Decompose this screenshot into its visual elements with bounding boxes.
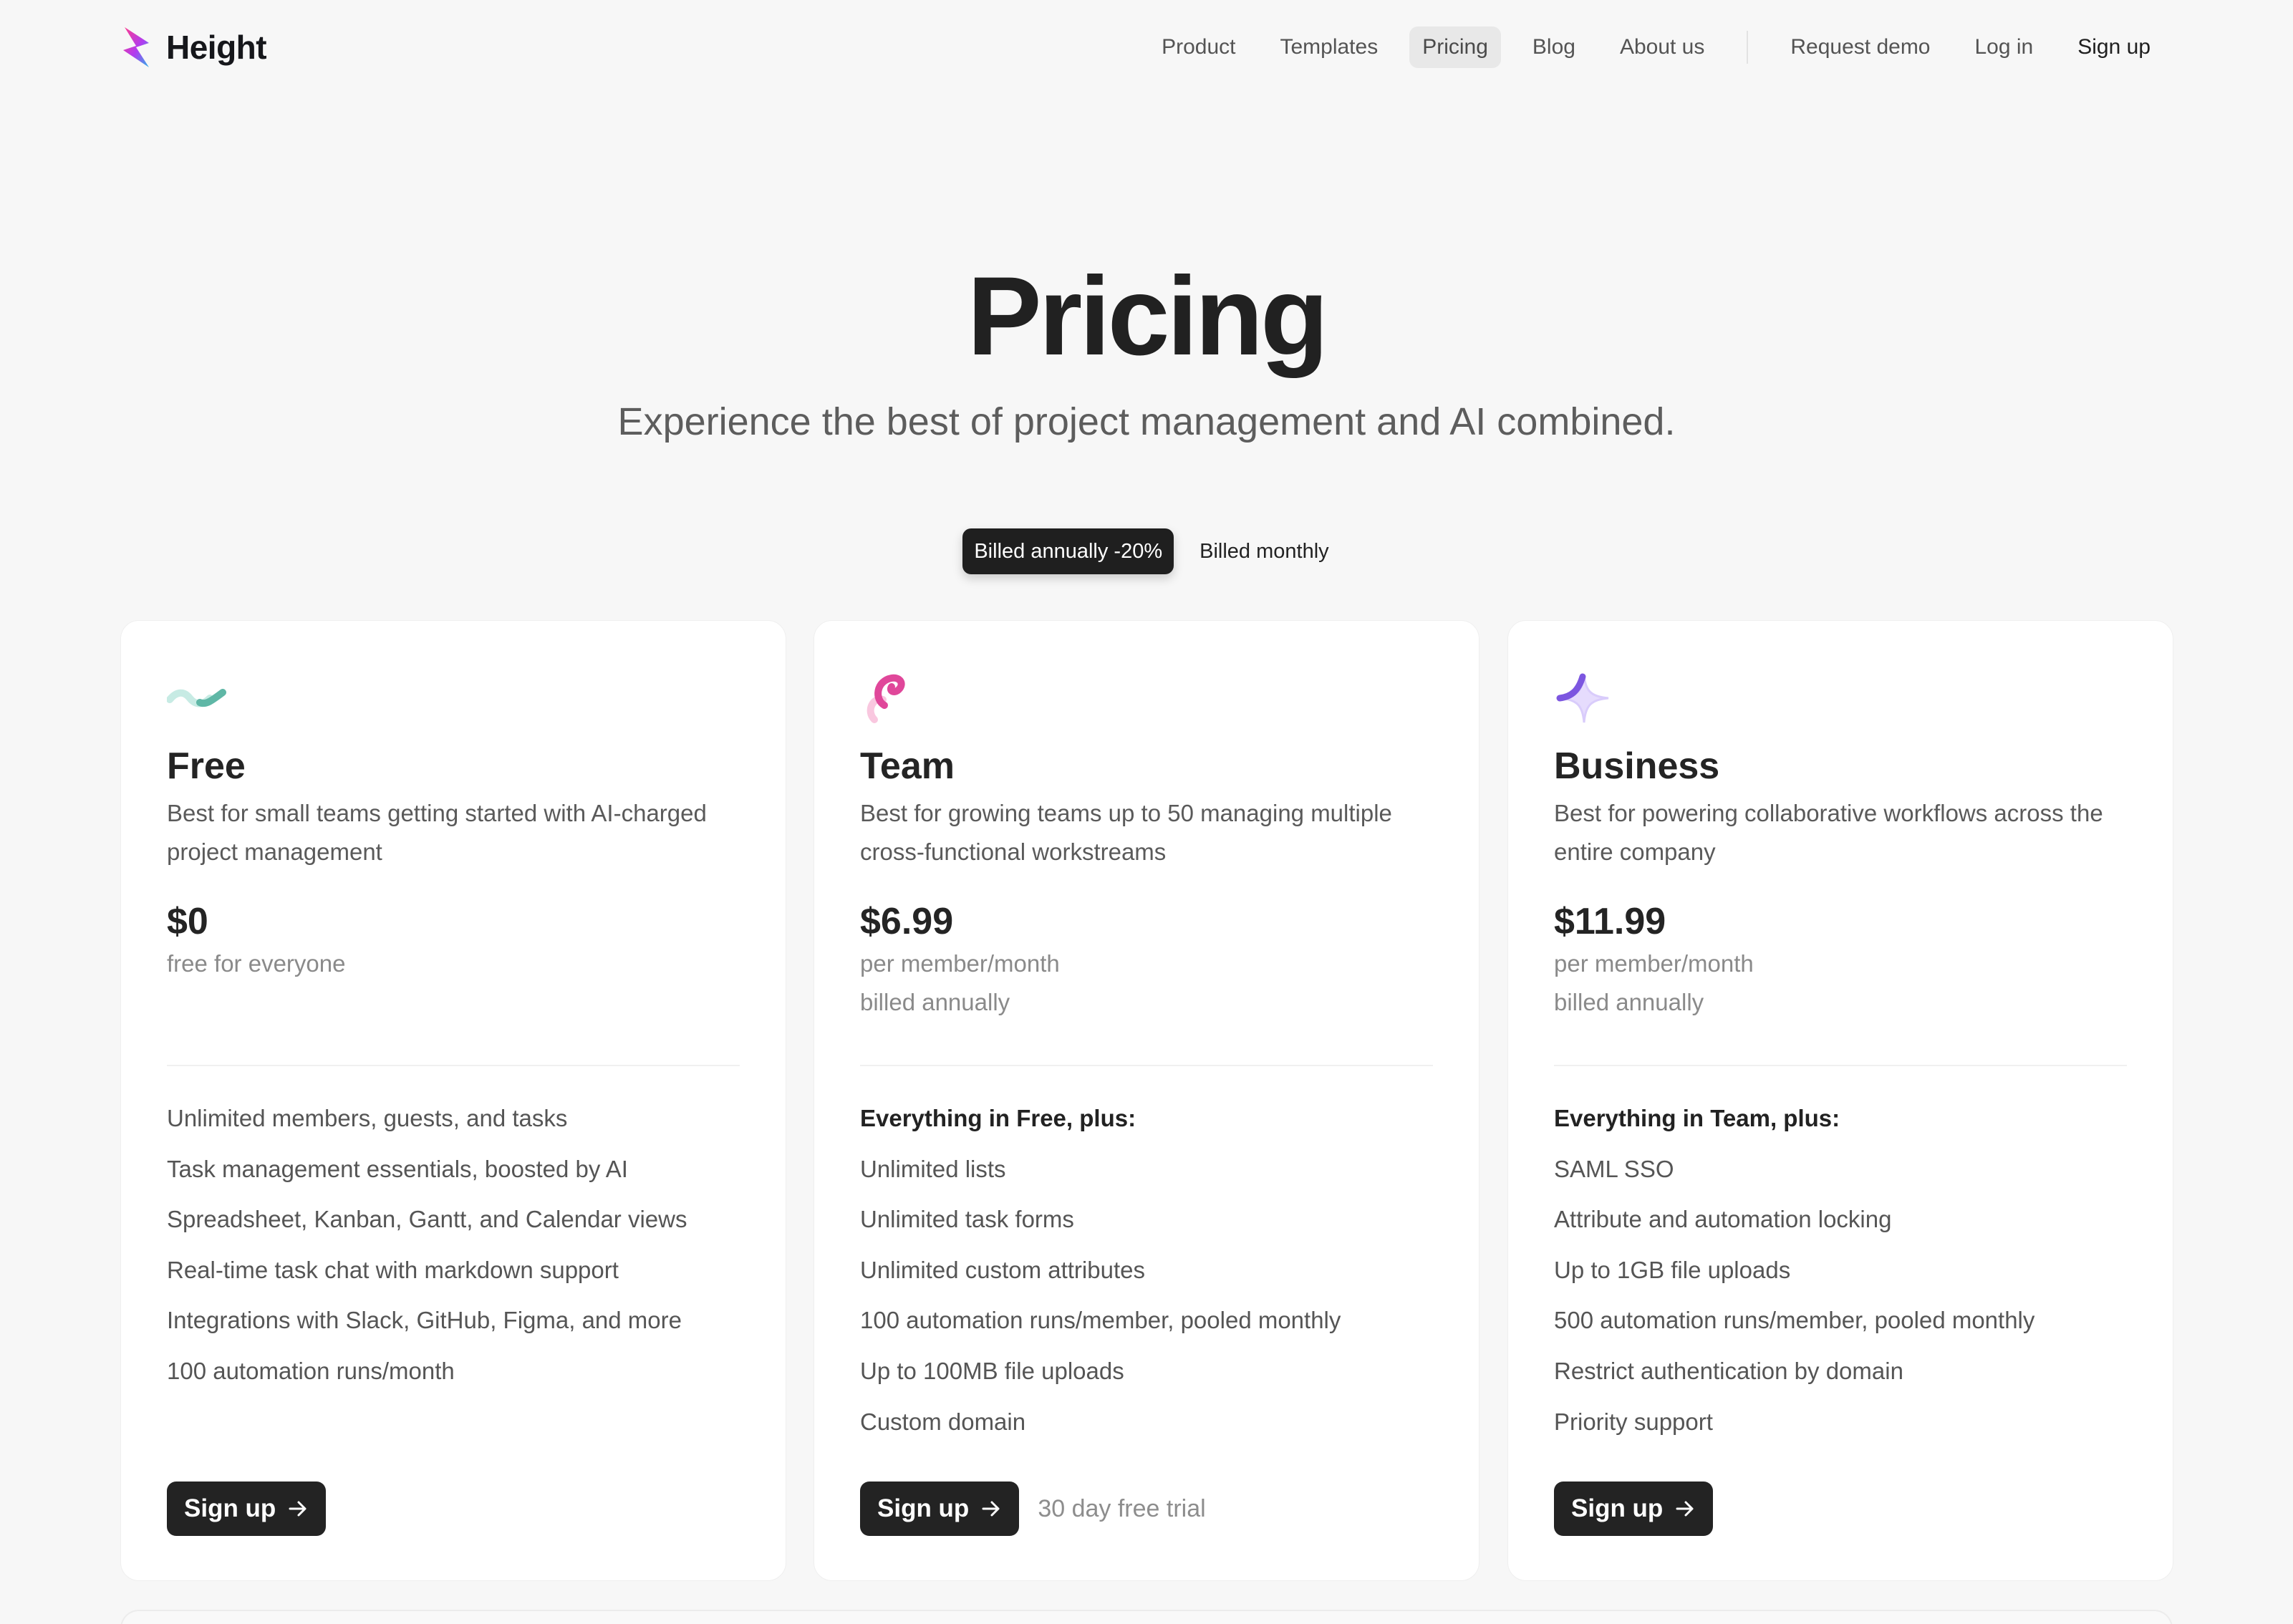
card-divider	[1554, 1065, 2127, 1066]
plan-price-note: per member/month billed annually	[1554, 950, 1754, 1015]
sign-up-button-team[interactable]: Sign up	[860, 1482, 1020, 1536]
nav-item-product[interactable]: Product	[1149, 26, 1248, 68]
pricing-page: Height Product Templates Pricing Blog Ab…	[0, 0, 2293, 1624]
request-demo-link[interactable]: Request demo	[1777, 26, 1943, 68]
feature-item: SAML SSO	[1554, 1155, 1674, 1182]
brand-name: Height	[166, 29, 267, 66]
arrow-right-icon	[289, 1501, 306, 1517]
feature-item: Up to 100MB file uploads	[860, 1357, 1124, 1384]
nav-item-blog[interactable]: Blog	[1520, 26, 1588, 68]
feature-item: Priority support	[1554, 1408, 1713, 1435]
main-nav: Product Templates Pricing Blog About us …	[1139, 26, 2173, 68]
page-subtitle: Experience the best of project managemen…	[617, 400, 1676, 443]
nav-divider	[1747, 31, 1749, 64]
arrow-right-icon	[982, 1501, 1000, 1517]
sign-up-button-label: Sign up	[1571, 1494, 1664, 1522]
feature-item: Unlimited lists	[860, 1155, 1006, 1182]
plan-description: Best for growing teams up to 50 managing…	[860, 800, 1392, 865]
feature-list: Everything in Free, plus: Unlimited list…	[860, 1093, 1433, 1447]
wave-icon	[167, 689, 226, 707]
nav-item-about-us[interactable]: About us	[1607, 26, 1717, 68]
swirl-icon	[866, 674, 905, 723]
feature-list: Everything in Team, plus: SAML SSO Attri…	[1554, 1093, 2127, 1447]
feature-list-heading: Everything in Team, plus:	[1554, 1105, 1840, 1131]
billed-monthly-option[interactable]: Billed monthly	[1188, 528, 1341, 574]
nav-item-pricing[interactable]: Pricing	[1409, 26, 1501, 68]
free-trial-note: 30 day free trial	[1038, 1494, 1206, 1522]
sign-up-link[interactable]: Sign up	[2065, 26, 2163, 68]
feature-item: 100 automation runs/month	[167, 1357, 455, 1384]
nav-item-templates[interactable]: Templates	[1267, 26, 1391, 68]
plan-card-business: Business Best for powering collaborative…	[1507, 620, 2173, 1581]
plan-price: $6.99	[860, 901, 954, 942]
feature-item: Task management essentials, boosted by A…	[167, 1155, 628, 1182]
plan-card-team: Team Best for growing teams up to 50 man…	[814, 620, 1479, 1581]
plan-price: $11.99	[1554, 901, 1666, 942]
next-section-edge	[120, 1610, 2173, 1624]
feature-list-heading: Everything in Free, plus:	[860, 1105, 1136, 1131]
feature-item: Restrict authentication by domain	[1554, 1357, 1903, 1384]
feature-item: Unlimited custom attributes	[860, 1256, 1145, 1283]
sign-up-button-business[interactable]: Sign up	[1554, 1482, 1714, 1536]
feature-item: Real-time task chat with markdown suppor…	[167, 1256, 619, 1283]
plan-description: Best for powering collaborative workflow…	[1554, 800, 2103, 865]
billed-annually-option[interactable]: Billed annually -20%	[962, 528, 1174, 574]
feature-item: Custom domain	[860, 1408, 1026, 1435]
sign-up-button-free[interactable]: Sign up	[167, 1482, 327, 1536]
sign-up-button-label: Sign up	[184, 1494, 276, 1522]
feature-list: Unlimited members, guests, and tasks Tas…	[167, 1093, 740, 1397]
card-divider	[167, 1065, 740, 1066]
billing-toggle: Billed annually -20% Billed monthly	[0, 528, 2293, 574]
plan-name: Business	[1554, 745, 1720, 787]
feature-item: Unlimited task forms	[860, 1206, 1074, 1233]
feature-item: Spreadsheet, Kanban, Gantt, and Calendar…	[167, 1206, 687, 1233]
plan-price-note: free for everyone	[167, 950, 346, 977]
feature-item: Attribute and automation locking	[1554, 1206, 1892, 1233]
feature-item: Integrations with Slack, GitHub, Figma, …	[167, 1307, 682, 1334]
page-title: Pricing	[967, 254, 1329, 379]
plan-card-free: Free Best for small teams getting starte…	[120, 620, 786, 1581]
plan-description: Best for small teams getting started wit…	[167, 800, 707, 865]
card-divider	[860, 1065, 1433, 1066]
sparkle-icon	[1556, 673, 1609, 723]
plan-name: Free	[167, 745, 246, 787]
top-navigation: Height Product Templates Pricing Blog Ab…	[120, 21, 2173, 73]
sign-up-button-label: Sign up	[877, 1494, 970, 1522]
cta-row: Sign up	[1554, 1482, 1714, 1536]
feature-item: Unlimited members, guests, and tasks	[167, 1105, 568, 1131]
cta-row: Sign up 30 day free trial	[860, 1482, 1206, 1536]
feature-item: 500 automation runs/member, pooled month…	[1554, 1307, 2035, 1334]
log-in-link[interactable]: Log in	[1962, 26, 2047, 68]
plan-price-note: per member/month billed annually	[860, 950, 1060, 1015]
cta-row: Sign up	[167, 1482, 327, 1536]
feature-item: 100 automation runs/member, pooled month…	[860, 1307, 1341, 1334]
plan-price: $0	[167, 901, 208, 942]
brand-link[interactable]: Height	[120, 26, 267, 69]
feature-item: Up to 1GB file uploads	[1554, 1256, 1791, 1283]
height-logo-icon	[123, 27, 149, 67]
plan-name: Team	[860, 745, 955, 787]
arrow-right-icon	[1676, 1501, 1694, 1517]
